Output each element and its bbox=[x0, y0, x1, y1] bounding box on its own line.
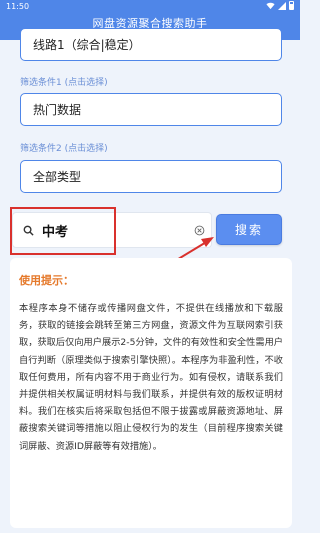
highlight-frame bbox=[10, 207, 116, 255]
tips-card: 使用提示： 本程序本身不储存或传播网盘文件，不提供在线播放和下载服务，获取的链接… bbox=[10, 258, 292, 528]
tips-title: 使用提示： bbox=[19, 274, 74, 287]
condition1-label: 筛选条件1 (点击选择) bbox=[20, 78, 108, 88]
line-select[interactable]: 线路1（综合|稳定） bbox=[20, 28, 282, 61]
clear-icon[interactable] bbox=[194, 225, 205, 236]
tips-body: 本程序本身不储存或传播网盘文件，不提供在线播放和下载服务，获取的链接会跳转至第三… bbox=[19, 303, 283, 452]
status-time: 11:50 bbox=[6, 2, 30, 11]
search-button[interactable]: 搜索 bbox=[216, 214, 282, 245]
wifi-icon bbox=[266, 2, 275, 9]
condition2-label: 筛选条件2 (点击选择) bbox=[20, 144, 108, 154]
condition1-select[interactable]: 热门数据 bbox=[20, 93, 282, 126]
status-icons bbox=[266, 1, 294, 10]
battery-icon bbox=[289, 1, 294, 10]
signal-icon bbox=[278, 1, 286, 10]
condition2-select[interactable]: 全部类型 bbox=[20, 160, 282, 193]
